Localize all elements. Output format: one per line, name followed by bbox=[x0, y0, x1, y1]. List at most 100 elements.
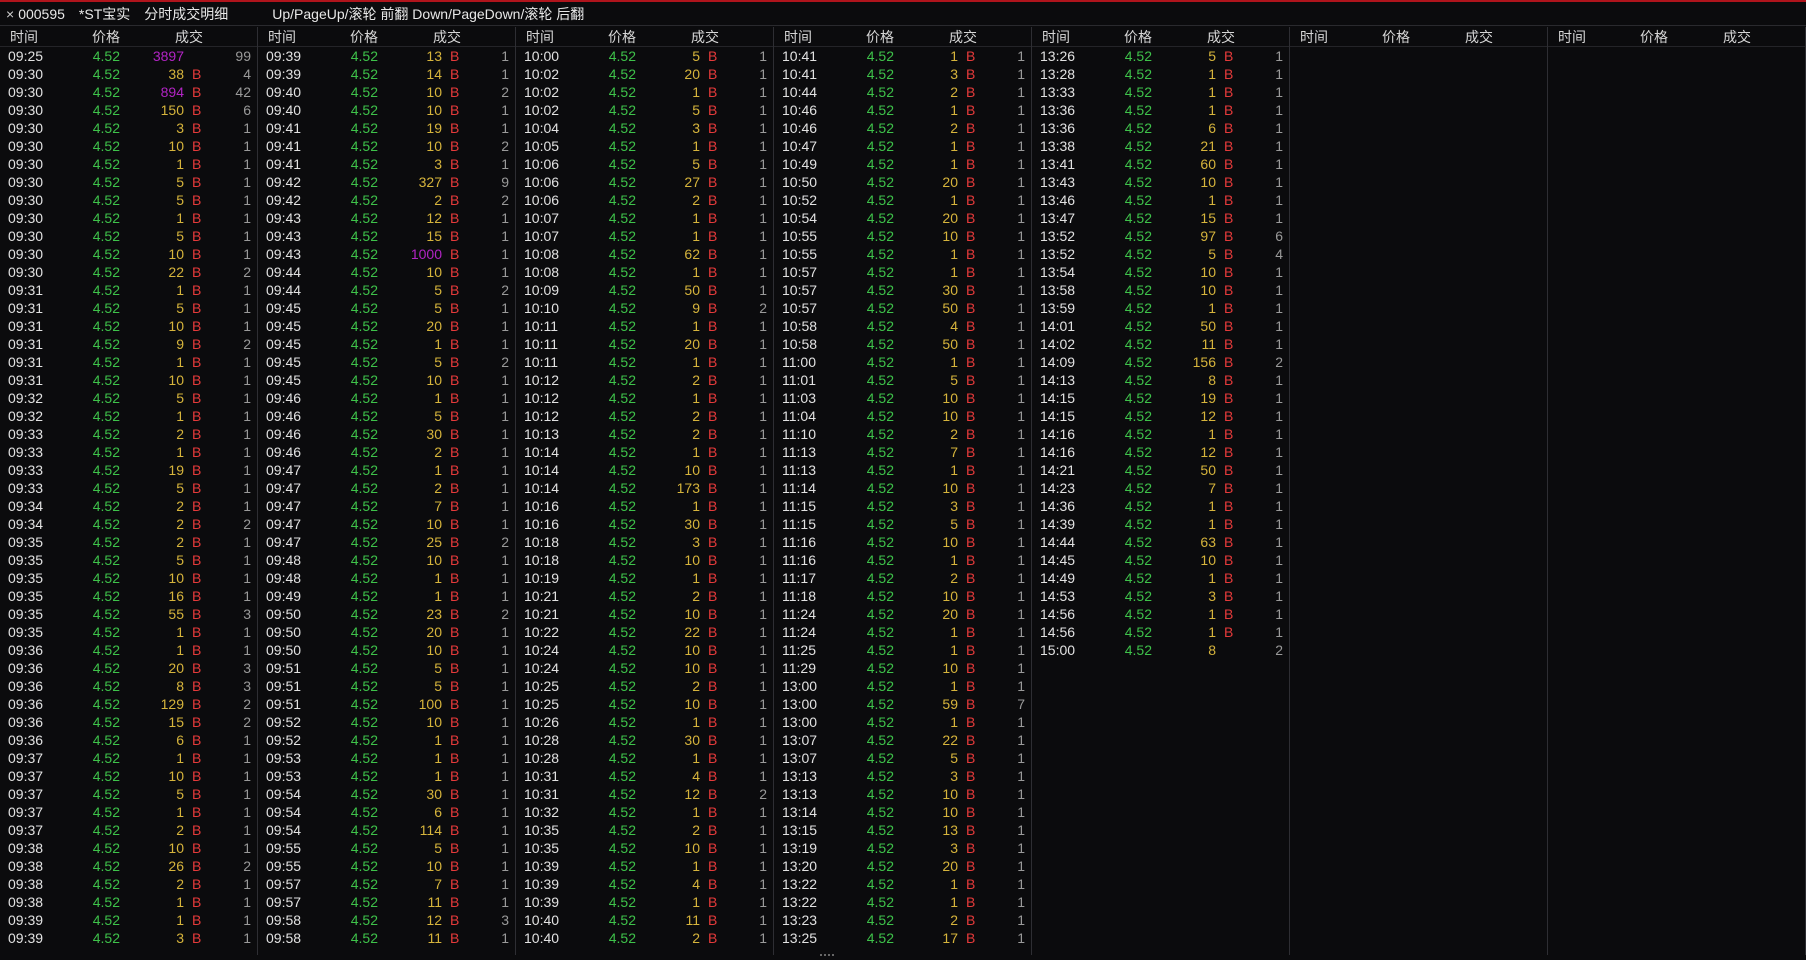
trade-time: 09:45 bbox=[266, 318, 302, 334]
trade-price: 4.52 bbox=[1124, 156, 1152, 172]
trade-time: 09:38 bbox=[8, 858, 44, 874]
buy-sell-flag: B bbox=[966, 642, 976, 658]
trade-count: 1 bbox=[1017, 138, 1025, 154]
trade-price: 4.52 bbox=[1124, 498, 1152, 514]
trade-detail-grid[interactable]: 时间 价格 成交 09:25 4.52 3897 99 09:30 4.52 38 B 4 09:30 4… bbox=[0, 27, 1806, 955]
buy-sell-flag: B bbox=[708, 750, 718, 766]
table-row: 09:35 4.52 55 B 3 bbox=[0, 605, 257, 623]
trade-price: 4.52 bbox=[1124, 480, 1152, 496]
trade-price: 4.52 bbox=[866, 678, 894, 694]
column-header: 时间 价格 成交 bbox=[1290, 27, 1547, 47]
trade-volume: 10 bbox=[684, 660, 700, 676]
trade-time: 09:30 bbox=[8, 210, 44, 226]
trade-time: 11:24 bbox=[782, 624, 816, 640]
buy-sell-flag: B bbox=[708, 534, 718, 550]
trade-price: 4.52 bbox=[608, 606, 636, 622]
table-row: 11:10 4.52 2 B 1 bbox=[774, 425, 1031, 443]
trade-count: 1 bbox=[759, 624, 767, 640]
trade-time: 10:11 bbox=[524, 336, 558, 352]
trade-price: 4.52 bbox=[350, 48, 378, 64]
table-row: 09:55 4.52 5 B 1 bbox=[258, 839, 515, 857]
buy-sell-flag: B bbox=[192, 174, 202, 190]
buy-sell-flag: B bbox=[966, 174, 976, 190]
table-row: 10:06 4.52 2 B 1 bbox=[516, 191, 773, 209]
buy-sell-flag: B bbox=[192, 768, 202, 784]
buy-sell-flag: B bbox=[192, 498, 202, 514]
table-row: 09:45 4.52 5 B 2 bbox=[258, 353, 515, 371]
buy-sell-flag: B bbox=[450, 156, 460, 172]
buy-sell-flag: B bbox=[708, 606, 718, 622]
buy-sell-flag: B bbox=[966, 660, 976, 676]
trade-volume: 2 bbox=[176, 426, 184, 442]
table-row: 10:35 4.52 2 B 1 bbox=[516, 821, 773, 839]
trade-price: 4.52 bbox=[92, 228, 120, 244]
buy-sell-flag: B bbox=[1224, 264, 1234, 280]
table-row: 09:35 4.52 16 B 1 bbox=[0, 587, 257, 605]
table-row: 11:16 4.52 10 B 1 bbox=[774, 533, 1031, 551]
trade-volume: 327 bbox=[418, 174, 442, 190]
trade-time: 10:18 bbox=[524, 534, 560, 550]
trade-count: 2 bbox=[1275, 354, 1283, 370]
trade-volume: 10 bbox=[426, 84, 442, 100]
trade-price: 4.52 bbox=[608, 192, 636, 208]
buy-sell-flag: B bbox=[1224, 300, 1234, 316]
buy-sell-flag: B bbox=[1224, 210, 1234, 226]
close-icon[interactable]: × bbox=[0, 6, 18, 22]
table-row: 10:52 4.52 1 B 1 bbox=[774, 191, 1031, 209]
trade-volume: 6 bbox=[1208, 120, 1216, 136]
buy-sell-flag: B bbox=[966, 120, 976, 136]
table-row: 10:54 4.52 20 B 1 bbox=[774, 209, 1031, 227]
trade-count: 2 bbox=[243, 858, 251, 874]
trade-volume: 2 bbox=[176, 822, 184, 838]
table-row: 11:24 4.52 1 B 1 bbox=[774, 623, 1031, 641]
trade-count: 1 bbox=[243, 930, 251, 946]
buy-sell-flag: B bbox=[1224, 48, 1234, 64]
trade-count: 1 bbox=[501, 768, 509, 784]
table-row: 13:38 4.52 21 B 1 bbox=[1032, 137, 1289, 155]
table-row: 10:28 4.52 30 B 1 bbox=[516, 731, 773, 749]
trade-time: 10:16 bbox=[524, 516, 560, 532]
buy-sell-flag: B bbox=[1224, 516, 1234, 532]
trade-time: 10:24 bbox=[524, 642, 560, 658]
trade-count: 1 bbox=[243, 642, 251, 658]
table-row: 14:36 4.52 1 B 1 bbox=[1032, 497, 1289, 515]
trade-count: 1 bbox=[759, 552, 767, 568]
table-row: 09:37 4.52 5 B 1 bbox=[0, 785, 257, 803]
trade-count: 1 bbox=[1275, 372, 1283, 388]
trade-volume: 1 bbox=[176, 912, 184, 928]
trade-price: 4.52 bbox=[608, 336, 636, 352]
table-row: 09:51 4.52 5 B 1 bbox=[258, 677, 515, 695]
trade-time: 09:31 bbox=[8, 336, 44, 352]
trade-volume: 15 bbox=[426, 228, 442, 244]
trade-count: 1 bbox=[501, 426, 509, 442]
trade-time: 09:31 bbox=[8, 282, 44, 298]
buy-sell-flag: B bbox=[966, 786, 976, 802]
table-row: 13:43 4.52 10 B 1 bbox=[1032, 173, 1289, 191]
trade-price: 4.52 bbox=[1124, 120, 1152, 136]
buy-sell-flag: B bbox=[708, 210, 718, 226]
trade-volume: 2 bbox=[692, 930, 700, 946]
trade-volume: 5 bbox=[176, 480, 184, 496]
header-time: 时间 bbox=[1300, 28, 1328, 45]
table-row: 09:31 4.52 5 B 1 bbox=[0, 299, 257, 317]
table-row: 13:13 4.52 10 B 1 bbox=[774, 785, 1031, 803]
trade-volume: 1 bbox=[176, 354, 184, 370]
trade-volume: 11 bbox=[1201, 336, 1216, 352]
window-title: 分时成交明细 bbox=[144, 5, 229, 22]
buy-sell-flag: B bbox=[708, 786, 718, 802]
table-row: 09:33 4.52 1 B 1 bbox=[0, 443, 257, 461]
table-row: 13:46 4.52 1 B 1 bbox=[1032, 191, 1289, 209]
trade-time: 10:26 bbox=[524, 714, 560, 730]
trade-count: 1 bbox=[1017, 912, 1025, 928]
trade-price: 4.52 bbox=[608, 300, 636, 316]
trade-volume: 1 bbox=[950, 678, 958, 694]
trade-price: 4.52 bbox=[350, 876, 378, 892]
resize-handle[interactable] bbox=[820, 954, 834, 960]
buy-sell-flag: B bbox=[708, 390, 718, 406]
column-header: 时间 价格 成交 bbox=[1548, 27, 1805, 47]
trade-count: 1 bbox=[243, 210, 251, 226]
table-row: 10:02 4.52 20 B 1 bbox=[516, 65, 773, 83]
trade-volume: 10 bbox=[168, 318, 184, 334]
buy-sell-flag: B bbox=[450, 444, 460, 460]
table-row: 09:50 4.52 20 B 1 bbox=[258, 623, 515, 641]
